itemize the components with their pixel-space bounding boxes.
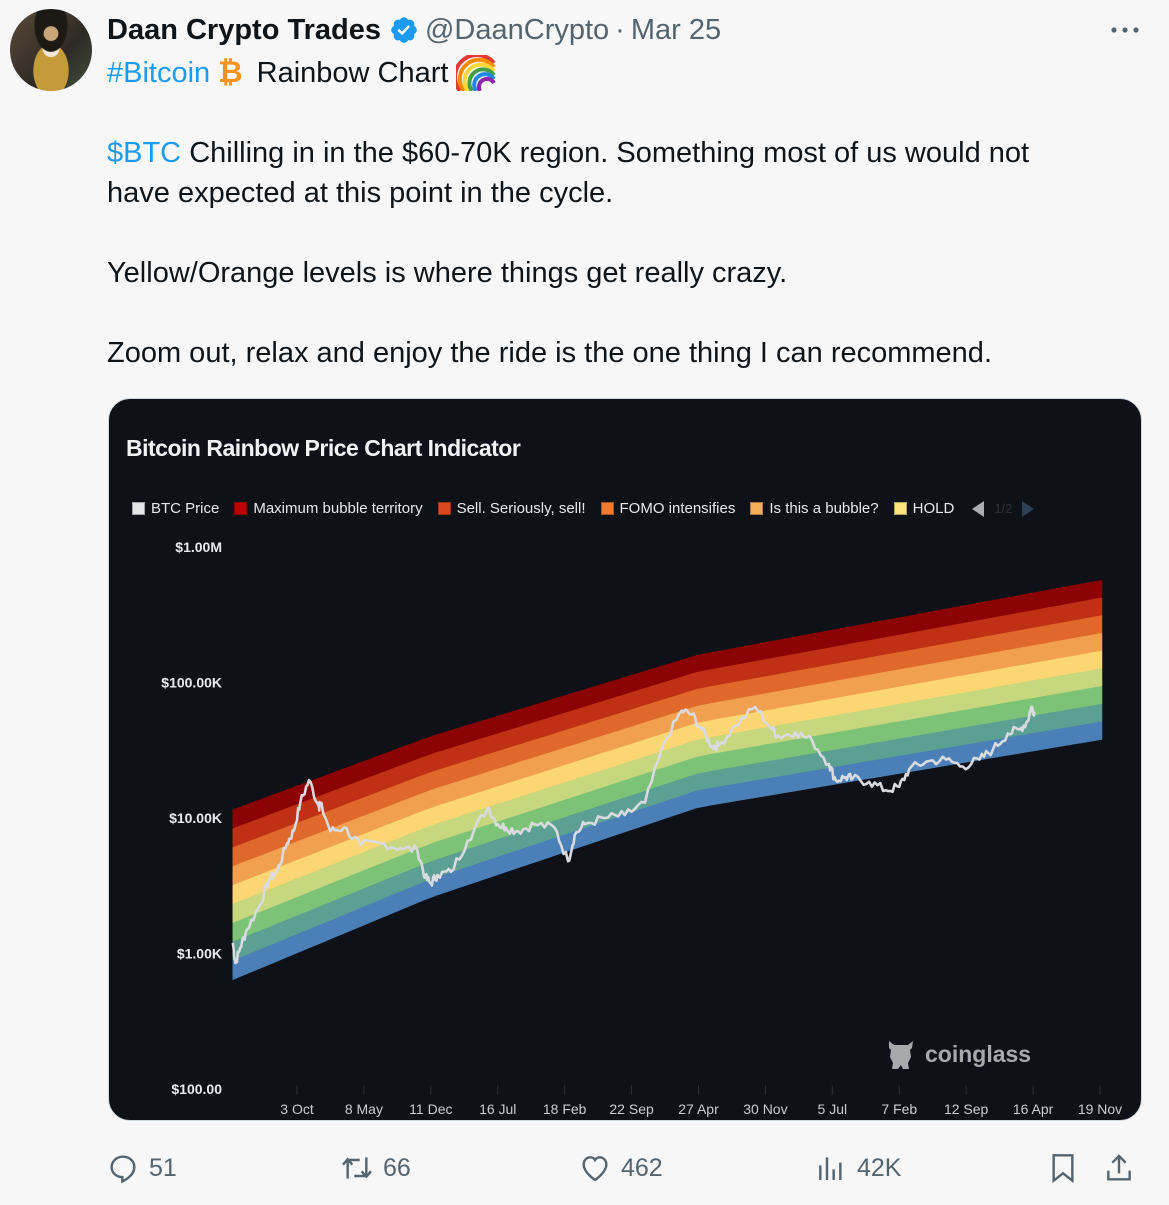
- legend-label: Is this a bubble?: [769, 500, 879, 517]
- cashtag-link[interactable]: $BTC: [107, 137, 181, 169]
- like-count: 462: [621, 1153, 663, 1182]
- coinglass-logo-icon: [889, 1041, 913, 1069]
- x-tick-label: 16 Apr: [1013, 1101, 1054, 1117]
- repost-button[interactable]: 66: [341, 1146, 411, 1190]
- legend-swatch: [132, 502, 145, 515]
- legend-label: Maximum bubble territory: [253, 500, 423, 517]
- chart-legend: BTC Price Maximum bubble territory Sell. S…: [132, 500, 1035, 517]
- share-icon: [1107, 1154, 1131, 1181]
- reply-count: 51: [149, 1153, 177, 1182]
- rainbow-emoji-icon: [456, 55, 497, 91]
- views-count: 42K: [857, 1153, 902, 1182]
- legend-swatch: [234, 502, 248, 515]
- x-tick-label: 18 Feb: [543, 1101, 587, 1117]
- legend-item[interactable]: HOLD: [893, 500, 955, 517]
- views-button[interactable]: 42K: [815, 1146, 901, 1190]
- legend-item[interactable]: Sell. Seriously, sell!: [437, 500, 586, 517]
- tweet-title-line: #Bitcoin ₿ Rainbow Chart: [107, 55, 497, 91]
- x-tick-label: 16 Jul: [479, 1101, 516, 1117]
- legend-swatch: [750, 502, 764, 515]
- repost-count: 66: [383, 1153, 411, 1182]
- legend-page-number: 1/2: [994, 501, 1013, 516]
- legend-prev-icon[interactable]: [972, 500, 985, 517]
- x-tick-label: 11 Dec: [409, 1101, 452, 1117]
- separator: ·: [615, 13, 625, 46]
- tweet-text-line-1: $BTC Chilling in in the $60-70K region. …: [107, 133, 1029, 173]
- tweet-text-line-3: Yellow/Orange levels is where things get…: [107, 257, 788, 289]
- legend-next-icon[interactable]: [1022, 500, 1035, 517]
- y-tick-label: $1.00M: [175, 539, 222, 555]
- bookmark-icon: [1052, 1154, 1074, 1184]
- legend-item[interactable]: Is this a bubble?: [750, 500, 879, 517]
- tweet-media-chart[interactable]: $1.00M $100.00K $10.00K $1.00K $100.00 3 Oct 8…: [108, 398, 1142, 1121]
- x-tick-label: 3 Oct: [280, 1101, 314, 1117]
- legend-swatch: [600, 502, 614, 515]
- bookmark-button[interactable]: [1047, 1146, 1089, 1190]
- author-handle[interactable]: @DaanCrypto: [425, 14, 609, 47]
- y-tick-label: $1.00K: [177, 946, 222, 962]
- legend-label: FOMO intensifies: [619, 500, 736, 517]
- y-tick-label: $100.00K: [161, 675, 222, 691]
- coinglass-watermark: coinglass: [885, 1037, 1031, 1071]
- tweet-title-text: Rainbow Chart: [256, 56, 449, 89]
- legend-pager: 1/2: [972, 500, 1035, 517]
- share-button[interactable]: [1103, 1146, 1145, 1190]
- legend-item[interactable]: Maximum bubble territory: [234, 500, 423, 517]
- repost-icon: [342, 1157, 372, 1179]
- tweet-text-line-2: have expected at this point in the cycle…: [107, 177, 614, 209]
- reply-icon: [110, 1155, 136, 1184]
- legend-swatch: [437, 502, 451, 515]
- heart-icon: [582, 1156, 608, 1182]
- tweet-actions: 51 66 462 42K: [107, 1146, 1147, 1190]
- x-tick-label: 12 Sep: [944, 1101, 989, 1117]
- tweet-date[interactable]: Mar 25: [631, 14, 721, 47]
- x-tick-label: 30 Nov: [743, 1101, 787, 1117]
- chart-title: Bitcoin Rainbow Price Chart Indicator: [126, 435, 521, 461]
- watermark-text: coinglass: [925, 1040, 1032, 1067]
- author-name[interactable]: Daan Crypto Trades: [107, 14, 381, 47]
- legend-label: Sell. Seriously, sell!: [456, 500, 586, 517]
- legend-item[interactable]: FOMO intensifies: [600, 500, 736, 517]
- tweet-header: Daan Crypto Trades @DaanCrypto · Mar 25: [107, 10, 721, 50]
- x-tick-label: 5 Jul: [818, 1101, 848, 1117]
- tweet-text-segment: Chilling in in the $60-70K region. Somet…: [181, 137, 1030, 169]
- hashtag-link[interactable]: #Bitcoin: [107, 57, 210, 90]
- legend-swatch: [893, 502, 907, 515]
- views-icon: [819, 1157, 842, 1180]
- like-button[interactable]: 462: [579, 1146, 663, 1190]
- x-tick-label: 7 Feb: [881, 1101, 917, 1117]
- bitcoin-emoji-icon: ₿: [218, 56, 243, 89]
- reply-button[interactable]: 51: [107, 1146, 177, 1190]
- legend-label: HOLD: [912, 500, 955, 517]
- x-tick-label: 19 Nov: [1078, 1101, 1122, 1117]
- y-tick-label: $10.00K: [169, 810, 222, 826]
- more-icon[interactable]: [1108, 18, 1142, 42]
- avatar[interactable]: [10, 9, 92, 91]
- y-tick-label: $100.00: [171, 1081, 222, 1097]
- verified-badge-icon: [391, 17, 417, 43]
- x-tick-label: 27 Apr: [678, 1101, 719, 1117]
- tweet-text-line-4: Zoom out, relax and enjoy the ride is th…: [107, 337, 992, 369]
- x-tick-label: 22 Sep: [609, 1101, 654, 1117]
- legend-label: BTC Price: [151, 500, 220, 517]
- legend-item[interactable]: BTC Price: [132, 500, 219, 517]
- x-tick-label: 8 May: [345, 1101, 383, 1117]
